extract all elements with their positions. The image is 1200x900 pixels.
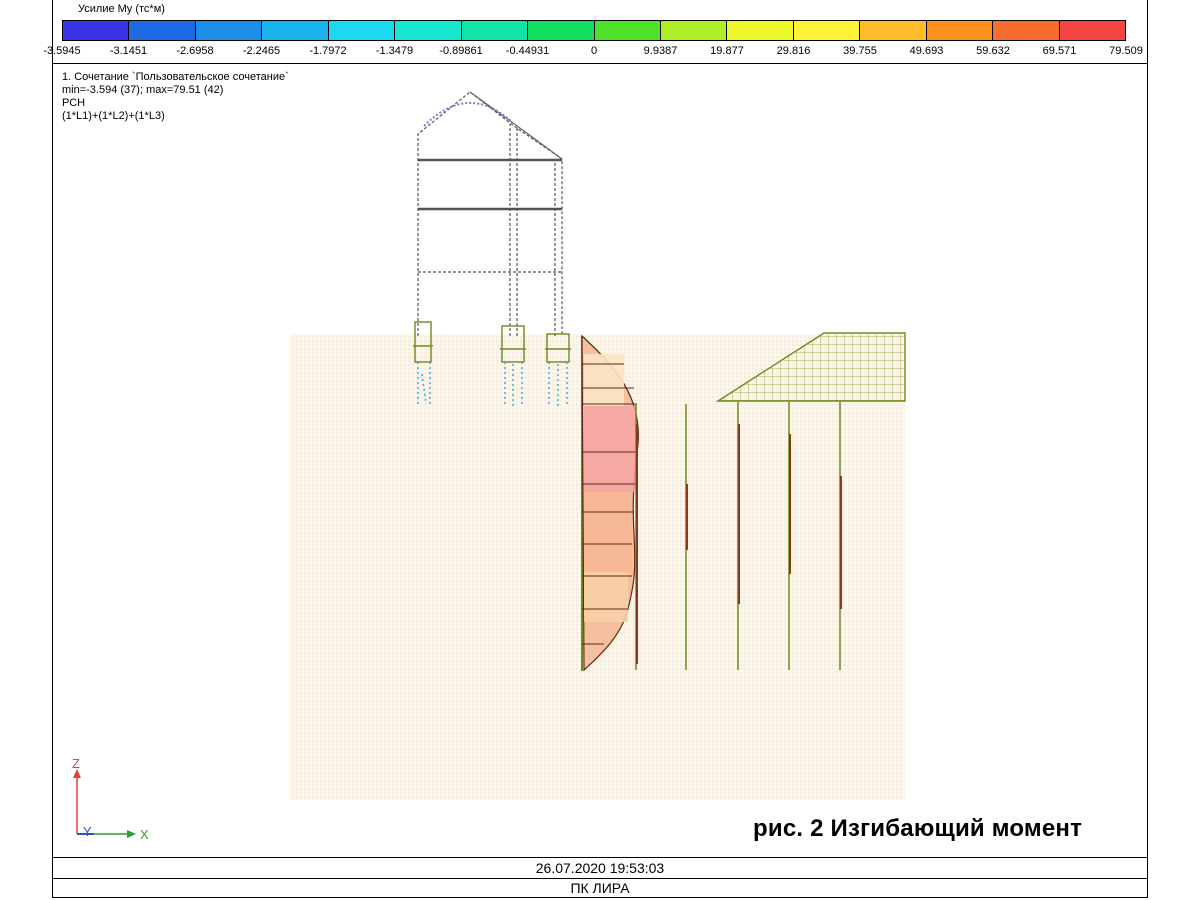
scale-tick-label: -3.1451	[109, 45, 148, 57]
scale-tick-label: 9.9387	[643, 45, 678, 57]
scale-tick-label: 79.509	[1109, 45, 1143, 57]
scale-tick-label: 29.816	[776, 45, 811, 57]
y-axis-label: Y	[83, 824, 92, 839]
status-timestamp: 26.07.2020 19:53:03	[52, 857, 1148, 879]
scale-tick-label: -3.5945	[43, 45, 81, 57]
scale-tick-label: 39.755	[843, 45, 877, 57]
color-scale-bar	[62, 20, 1126, 41]
x-axis-label: X	[140, 827, 149, 842]
scale-tick-label: 0	[590, 45, 598, 57]
color-swatch	[63, 21, 130, 40]
scale-tick-label: -0.44931	[505, 45, 550, 57]
scale-tick-label: -2.2465	[242, 45, 281, 57]
color-swatch	[660, 21, 728, 40]
scale-tick-label: -0.89861	[439, 45, 483, 57]
app-name: ПК ЛИРА	[570, 880, 630, 896]
color-swatch	[793, 21, 861, 40]
scale-tick-label: -2.6958	[176, 45, 214, 57]
color-swatch	[993, 21, 1060, 40]
color-swatch	[528, 21, 595, 40]
color-swatch	[860, 21, 927, 40]
color-swatch	[727, 21, 794, 40]
color-swatch	[328, 21, 396, 40]
model-viewport[interactable]: Z Y X	[52, 64, 1148, 856]
scale-tick-label: 69.571	[1042, 45, 1077, 57]
building-frame	[417, 91, 563, 336]
color-swatch	[195, 21, 263, 40]
color-swatch	[594, 21, 661, 40]
z-axis-label: Z	[72, 756, 80, 771]
legend-title: Усилие My (тс*м)	[78, 3, 165, 15]
scale-tick-label: 19.877	[710, 45, 744, 57]
scale-tick-label: -1.7972	[309, 45, 347, 57]
color-swatch	[395, 21, 462, 40]
color-swatch	[1059, 21, 1125, 40]
axis-triad: Z Y X	[72, 756, 149, 842]
scale-tick-label: 49.693	[909, 45, 944, 57]
figure-caption: рис. 2 Изгибающий момент	[753, 815, 1083, 842]
color-swatch	[461, 21, 529, 40]
scale-tick-label: 59.632	[976, 45, 1010, 57]
color-swatch	[262, 21, 329, 40]
color-swatch	[926, 21, 994, 40]
scale-tick-label: -1.3479	[375, 45, 414, 57]
color-swatch	[129, 21, 196, 40]
